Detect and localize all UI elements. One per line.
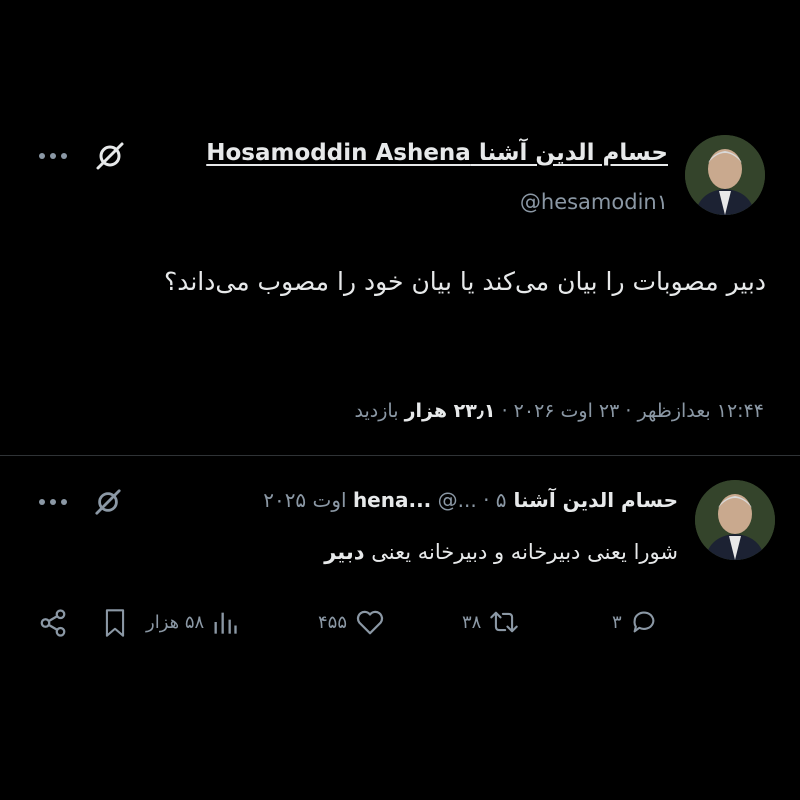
user-handle[interactable]: @hesamodin۱	[520, 190, 668, 214]
retweet-icon	[490, 611, 519, 633]
reply-handle[interactable]: @...	[438, 488, 477, 512]
reply-display-name[interactable]: حسام الدين آشنا hena...	[353, 488, 678, 512]
reply-text: شورا یعنی دبیرخانه و دبیرخانه یعنی دبیر	[324, 540, 678, 564]
reply-header: حسام الدين آشنا hena... @... · ۵ اوت ۲۰۲…	[263, 488, 678, 512]
tweet-date[interactable]: ۲۳ اوت ۲۰۲۶	[514, 400, 620, 422]
reply-text-bold: دبیر	[324, 540, 365, 564]
views-icon	[214, 612, 237, 634]
like-action[interactable]: ۴۵۵	[318, 608, 385, 636]
avatar[interactable]	[685, 135, 765, 215]
retweet-count: ۳۸	[462, 611, 482, 633]
reply-text-body: شورا یعنی دبیرخانه و دبیرخانه یعنی	[364, 540, 678, 564]
retweet-action[interactable]: ۳۸	[462, 608, 519, 636]
meta-separator: ·	[625, 400, 632, 422]
tweet-text: دبیر مصوبات را بیان می‌کند یا بیان خود ر…	[163, 267, 766, 296]
display-name[interactable]: حسام الدين آشنا Hosamoddin Ashena	[206, 140, 668, 166]
meta-separator: ·	[483, 488, 490, 512]
bookmark-icon[interactable]	[100, 606, 130, 640]
views-action[interactable]: ۵۸ هزار	[146, 608, 238, 636]
reply-icon	[633, 611, 655, 633]
more-icon[interactable]	[36, 490, 70, 514]
tweet-meta: ۱۲:۴۴ بعدازظهر · ۲۳ اوت ۲۰۲۶ · ۲۳٫۱ هزار…	[355, 400, 764, 422]
views-count[interactable]: ۲۳٫۱ هزار	[405, 400, 496, 422]
meta-separator: ·	[501, 400, 508, 422]
reply-action[interactable]: ۳	[612, 608, 658, 636]
more-icon[interactable]	[36, 144, 70, 168]
share-icon[interactable]	[36, 606, 70, 640]
tweet-time[interactable]: ۱۲:۴۴ بعدازظهر	[637, 400, 764, 422]
like-count: ۴۵۵	[318, 611, 348, 633]
views-label: بازدید	[354, 400, 399, 422]
reply-count: ۳	[612, 611, 622, 633]
views-count: ۵۸ هزار	[146, 611, 205, 633]
like-icon	[356, 610, 384, 635]
reply-avatar[interactable]	[695, 480, 775, 560]
grok-icon[interactable]	[90, 486, 126, 518]
grok-icon[interactable]	[92, 140, 128, 172]
divider	[0, 455, 800, 456]
